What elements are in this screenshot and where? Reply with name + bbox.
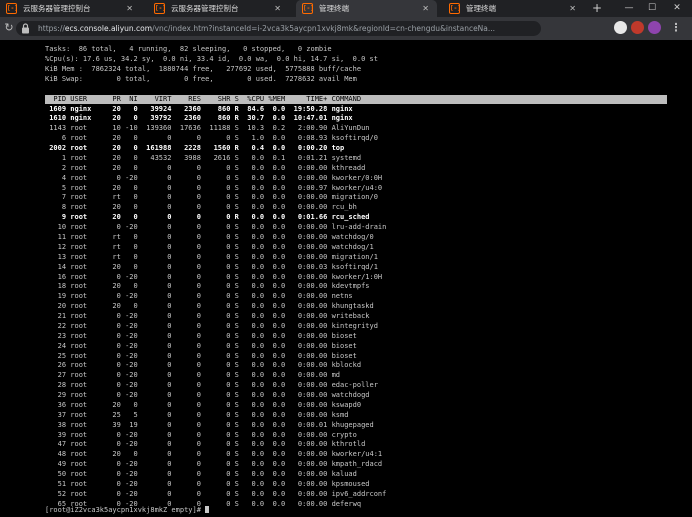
browser-tab-active[interactable]: [-] 管理终端 ✕ — [296, 0, 437, 17]
process-row: 6 root 20 0 0 0 0 S 1.0 0.0 0:08.93 ksof… — [45, 134, 378, 143]
process-row: 18 root 20 0 0 0 0 S 0.0 0.0 0:00.00 kde… — [45, 282, 370, 291]
maximize-button[interactable]: ☐ — [643, 0, 661, 17]
browser-tab[interactable]: [-] 云服务器管理控制台 ✕ — [148, 0, 289, 17]
process-row: 8 root 20 0 0 0 0 S 0.0 0.0 0:00.00 rcu_… — [45, 203, 357, 212]
process-row: 1610 nginx 20 0 39792 2360 860 R 30.7 0.… — [45, 114, 353, 123]
process-row: 29 root 0 -20 0 0 0 S 0.0 0.0 0:00.00 wa… — [45, 391, 370, 399]
process-row: 26 root 0 -20 0 0 0 S 0.0 0.0 0:00.00 kb… — [45, 361, 362, 370]
process-row: 1143 root 10 -10 139360 17636 11188 S 10… — [45, 124, 370, 133]
aliyun-favicon-icon: [-] — [6, 3, 18, 14]
minimize-button[interactable]: — — [620, 0, 638, 17]
process-row: 48 root 20 0 0 0 0 S 0.0 0.0 0:00.00 kwo… — [45, 450, 383, 459]
url-text: https://ecs.console.aliyun.com/vnc/index… — [38, 24, 496, 33]
process-row: 51 root 0 -20 0 0 0 S 0.0 0.0 0:00.00 kp… — [45, 479, 370, 488]
shell-prompt[interactable]: [root@iZ2vca3k5aycpn1xvkj8mkZ empty]# — [45, 506, 210, 515]
url-host: ecs.console.aliyun.com — [64, 24, 153, 33]
process-row: 12 root rt 0 0 0 0 S 0.0 0.0 0:00.00 wat… — [45, 242, 374, 251]
browser-tab[interactable]: [-] 管理终端 ✕ — [443, 0, 584, 17]
process-row: 36 root 20 0 0 0 0 S 0.0 0.0 0:00.00 ksw… — [45, 400, 362, 409]
extension-icon[interactable] — [614, 21, 627, 34]
aliyun-favicon-icon: [-] — [302, 3, 314, 14]
url-field[interactable]: https://ecs.console.aliyun.com/vnc/index… — [16, 21, 541, 36]
process-row: 1609 nginx 20 0 39924 2360 860 R 84.6 0.… — [45, 104, 353, 113]
close-window-button[interactable]: ✕ — [668, 0, 686, 17]
process-row: 9 root 20 0 0 0 0 R 0.0 0.0 0:01.66 rcu_… — [45, 213, 370, 222]
process-row: 21 root 0 -20 0 0 0 S 0.0 0.0 0:00.00 wr… — [45, 312, 370, 320]
vnc-terminal[interactable]: Tasks: 86 total, 4 running, 82 sleeping,… — [0, 40, 692, 517]
process-row: 2 root 20 0 0 0 0 S 0.0 0.0 0:00.00 kthr… — [45, 163, 366, 172]
summary-line: %Cpu(s): 17.6 us, 34.2 sy, 0.0 ni, 33.4 … — [45, 55, 378, 63]
extension-icon[interactable] — [631, 21, 644, 34]
process-row: 11 root rt 0 0 0 0 S 0.0 0.0 0:00.00 wat… — [45, 232, 374, 241]
process-row: 47 root 0 -20 0 0 0 S 0.0 0.0 0:00.00 kt… — [45, 440, 366, 449]
url-path: /vnc/index.htm?instanceId=i-2vca3k5aycpn… — [152, 24, 496, 33]
process-row: 19 root 0 -20 0 0 0 S 0.0 0.0 0:00.00 ne… — [45, 292, 353, 301]
process-row: 25 root 0 -20 0 0 0 S 0.0 0.0 0:00.00 bi… — [45, 351, 357, 360]
process-row: 7 root rt 0 0 0 0 S 0.0 0.0 0:00.00 migr… — [45, 193, 378, 202]
process-row: 39 root 0 -20 0 0 0 S 0.0 0.0 0:00.00 cr… — [45, 430, 357, 439]
reload-icon[interactable]: ↻ — [2, 21, 16, 35]
summary-line: KiB Mem : 7862324 total, 1880744 free, 2… — [45, 65, 362, 73]
aliyun-favicon-icon: [-] — [154, 3, 166, 14]
process-row: 2002 root 20 0 161988 2228 1560 R 0.4 0.… — [45, 144, 345, 152]
process-row: 27 root 0 -20 0 0 0 S 0.0 0.0 0:00.00 md — [45, 371, 341, 380]
process-row: 38 root 39 19 0 0 0 S 0.0 0.0 0:00.01 kh… — [45, 420, 374, 429]
tab-close-icon[interactable]: ✕ — [274, 4, 281, 13]
process-row: 23 root 0 -20 0 0 0 S 0.0 0.0 0:00.00 bi… — [45, 331, 357, 340]
process-row: 5 root 20 0 0 0 0 S 0.0 0.0 0:00.97 kwor… — [45, 183, 383, 192]
tab-title: 管理终端 — [466, 4, 496, 13]
process-row: 16 root 0 -20 0 0 0 S 0.0 0.0 0:00.00 kw… — [45, 272, 383, 281]
tab-title: 云服务器管理控制台 — [171, 4, 239, 13]
text-cursor — [205, 506, 210, 513]
process-row: 14 root 20 0 0 0 0 S 0.0 0.0 0:00.03 kso… — [45, 262, 378, 271]
process-row: 4 root 0 -20 0 0 0 S 0.0 0.0 0:00.00 kwo… — [45, 173, 383, 182]
address-bar: ↻ https://ecs.console.aliyun.com/vnc/ind… — [0, 17, 692, 40]
menu-icon[interactable]: ⋮ — [669, 21, 683, 35]
tab-close-icon[interactable]: ✕ — [422, 4, 429, 13]
summary-line: KiB Swap: 0 total, 0 free, 0 used. 72786… — [45, 75, 357, 83]
tab-strip: [-] 云服务器管理控制台 ✕ [-] 云服务器管理控制台 ✕ [-] 管理终端… — [0, 0, 692, 17]
summary-line: Tasks: 86 total, 4 running, 82 sleeping,… — [45, 45, 332, 53]
process-row: 22 root 0 -20 0 0 0 S 0.0 0.0 0:00.00 ki… — [45, 321, 378, 330]
process-row: 28 root 0 -20 0 0 0 S 0.0 0.0 0:00.00 ed… — [45, 381, 378, 390]
tab-title: 云服务器管理控制台 — [23, 4, 91, 13]
lock-icon — [22, 23, 29, 34]
new-tab-button[interactable]: + — [590, 0, 604, 17]
aliyun-favicon-icon: [-] — [449, 3, 461, 14]
process-row: 13 root rt 0 0 0 0 S 0.0 0.0 0:00.00 mig… — [45, 252, 378, 261]
tab-title: 管理终端 — [319, 4, 349, 13]
tab-close-icon[interactable]: ✕ — [126, 4, 133, 13]
process-row: 20 root 20 0 0 0 0 S 0.0 0.0 0:00.00 khu… — [45, 302, 374, 311]
process-row: 50 root 0 -20 0 0 0 S 0.0 0.0 0:00.00 ka… — [45, 470, 357, 479]
process-row: 24 root 0 -20 0 0 0 S 0.0 0.0 0:00.00 bi… — [45, 341, 357, 350]
browser-tab[interactable]: [-] 云服务器管理控制台 ✕ — [0, 0, 141, 17]
process-row: 37 root 25 5 0 0 0 S 0.0 0.0 0:00.00 ksm… — [45, 410, 349, 419]
profile-avatar[interactable] — [648, 21, 661, 34]
process-table-header: PID USER PR NI VIRT RES SHR S %CPU %MEM … — [45, 95, 362, 103]
process-row: 52 root 0 -20 0 0 0 S 0.0 0.0 0:00.00 ip… — [45, 489, 387, 498]
process-row: 49 root 0 -20 0 0 0 S 0.0 0.0 0:00.00 km… — [45, 460, 383, 469]
process-row: 10 root 0 -20 0 0 0 S 0.0 0.0 0:00.00 lr… — [45, 223, 387, 232]
tab-close-icon[interactable]: ✕ — [569, 4, 576, 13]
process-row: 1 root 20 0 43532 3988 2616 S 0.0 0.1 0:… — [45, 153, 362, 162]
